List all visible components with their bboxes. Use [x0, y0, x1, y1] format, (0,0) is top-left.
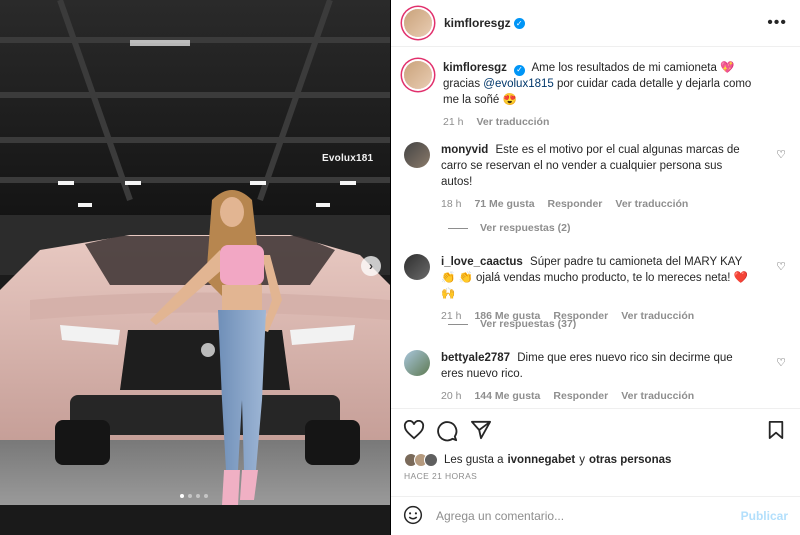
likes-summary[interactable]: Les gusta a ivonnegabet y otras personas	[404, 453, 671, 467]
carousel-dot	[204, 494, 208, 498]
carousel-dot	[196, 494, 200, 498]
share-icon[interactable]	[470, 420, 492, 443]
comment-input[interactable]	[436, 509, 741, 523]
add-comment-bar: Publicar	[391, 496, 800, 535]
comment-row: bettyale2787 Dime que eres nuevo rico si…	[404, 350, 794, 404]
carousel-next-button[interactable]: ›	[361, 256, 381, 276]
comment-body: bettyale2787 Dime que eres nuevo rico si…	[441, 350, 756, 404]
comment-meta: 18 h 71 Me gusta Responder Ver traducció…	[441, 196, 756, 212]
caption-meta: 21 h Ver traducción	[443, 114, 758, 130]
comment-likes[interactable]: 144 Me gusta	[474, 388, 540, 404]
replies-divider	[448, 323, 468, 325]
comment-reply-button[interactable]: Responder	[553, 388, 608, 404]
commenter-avatar[interactable]	[404, 254, 430, 280]
post-photo-illustration	[0, 0, 390, 535]
view-replies-button[interactable]: Ver respuestas (2)	[448, 222, 570, 234]
bookmark-icon[interactable]	[767, 420, 785, 443]
post-header: kimfloresgz ✓ •••	[391, 0, 800, 47]
comment-time: 18 h	[441, 198, 462, 210]
liker-avatars	[404, 453, 438, 467]
comment-time: 20 h	[441, 390, 462, 402]
post-modal: Evolux181 › kimfloresgz ✓ ••• kimfloresg…	[0, 0, 800, 535]
photo-watermark: Evolux181	[322, 153, 374, 164]
likes-others-link[interactable]: otras personas	[589, 454, 671, 466]
carousel-dot	[180, 494, 184, 498]
comment-meta: 20 h 144 Me gusta Responder Ver traducci…	[441, 388, 756, 404]
comment-like-heart-icon[interactable]: ♡	[776, 356, 786, 369]
caption-mention-link[interactable]: @evolux1815	[483, 78, 554, 90]
caption-translate-link[interactable]: Ver traducción	[476, 114, 549, 130]
view-replies-label: Ver respuestas (2)	[480, 222, 571, 234]
verified-badge-icon: ✓	[513, 17, 525, 29]
likes-middle: y	[579, 454, 585, 466]
view-replies-button[interactable]: Ver respuestas (37)	[448, 318, 576, 330]
post-timestamp: HACE 21 HORAS	[404, 471, 478, 481]
replies-divider	[448, 227, 468, 229]
verified-badge-icon: ✓	[513, 64, 525, 76]
emoji-icon[interactable]	[403, 505, 423, 528]
author-username[interactable]: kimfloresgz	[444, 16, 511, 30]
comment-like-heart-icon[interactable]: ♡	[776, 260, 786, 273]
post-actions: Les gusta a ivonnegabet y otras personas…	[391, 408, 800, 496]
commenter-avatar[interactable]	[404, 350, 430, 376]
comment-likes[interactable]: 71 Me gusta	[474, 196, 534, 212]
author-avatar[interactable]	[404, 9, 432, 37]
post-details-panel: kimfloresgz ✓ ••• kimfloresgz ✓ Ame los r…	[391, 0, 800, 535]
carousel-dots	[180, 494, 208, 498]
comment-row: monyvid Este es el motivo por el cual al…	[404, 142, 794, 212]
liker-avatar	[424, 453, 438, 467]
comment-translate-link[interactable]: Ver traducción	[621, 388, 694, 404]
comment-translate-link[interactable]: Ver traducción	[621, 308, 694, 324]
publish-button[interactable]: Publicar	[741, 509, 788, 523]
comment-username[interactable]: i_love_caactus	[441, 256, 523, 268]
comment-username[interactable]: monyvid	[441, 144, 488, 156]
comment-like-heart-icon[interactable]: ♡	[776, 148, 786, 161]
carousel-dot	[188, 494, 192, 498]
caption-row: kimfloresgz ✓ Ame los resultados de mi ca…	[404, 60, 794, 130]
comments-list: kimfloresgz ✓ Ame los resultados de mi ca…	[391, 48, 800, 408]
comment-reply-button[interactable]: Responder	[548, 196, 603, 212]
caption-time: 21 h	[443, 116, 464, 128]
commenter-avatar[interactable]	[404, 142, 430, 168]
action-icons-bar	[403, 419, 788, 445]
likes-prefix: Les gusta a	[444, 454, 504, 466]
caption-body: kimfloresgz ✓ Ame los resultados de mi ca…	[443, 60, 758, 130]
heart-icon[interactable]	[403, 419, 425, 443]
comment-body: monyvid Este es el motivo por el cual al…	[441, 142, 756, 212]
comment-icon[interactable]	[436, 420, 458, 445]
comment-body: i_love_caactus Súper padre tu camioneta …	[441, 254, 756, 324]
view-replies-label: Ver respuestas (37)	[480, 318, 577, 330]
comment-row: i_love_caactus Súper padre tu camioneta …	[404, 254, 794, 324]
caption-avatar[interactable]	[404, 61, 432, 89]
comment-username[interactable]: bettyale2787	[441, 352, 510, 364]
post-image[interactable]: Evolux181 ›	[0, 0, 390, 535]
more-options-icon[interactable]: •••	[767, 14, 787, 32]
likes-user-link[interactable]: ivonnegabet	[507, 454, 575, 466]
caption-username[interactable]: kimfloresgz	[443, 62, 507, 74]
comment-translate-link[interactable]: Ver traducción	[615, 196, 688, 212]
